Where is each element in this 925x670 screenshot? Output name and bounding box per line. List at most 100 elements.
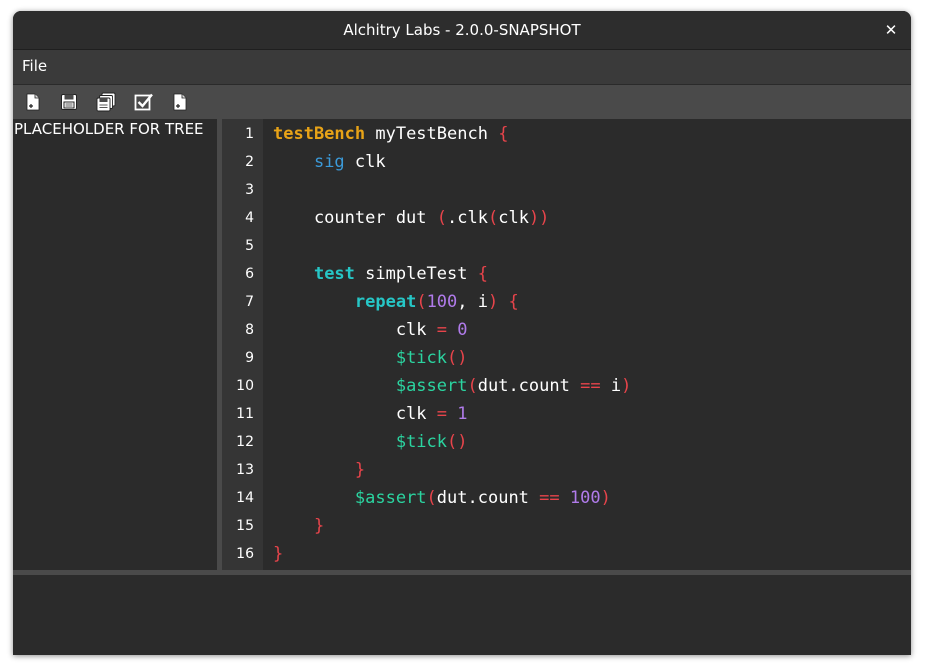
new-file-icon [26,93,40,111]
code-token: ( [487,208,499,228]
code-token: { [477,264,488,284]
line-number: 6 [245,266,254,282]
code-token: ( [436,208,448,228]
code-text-area[interactable]: testBench myTestBench { sig clk counter … [273,119,903,570]
code-token: ) [600,488,611,508]
new-file-button[interactable] [21,90,45,114]
code-token: 100 [569,488,601,508]
code-line: $tick() [273,428,468,456]
code-line: $assert(dut.count == 100) [273,484,611,512]
code-token: sig [313,152,345,172]
code-token: clk [273,404,437,424]
line-number: 9 [245,350,254,366]
line-number: 11 [236,406,254,422]
code-token: { [508,292,519,312]
new-test-file-button[interactable] [168,90,192,114]
project-tree-panel[interactable]: PLACEHOLDER FOR TREE [13,119,217,570]
save-icon [61,94,77,110]
code-line: clk = 0 [273,316,468,344]
code-token: counter dut [273,208,437,228]
code-token: = [436,320,448,340]
tree-placeholder-text: PLACEHOLDER FOR TREE [14,120,204,138]
code-token: () [447,432,468,452]
title-bar[interactable]: Alchitry Labs - 2.0.0-SNAPSHOT ✕ [13,11,911,50]
code-token: } [313,516,325,536]
code-token: ) [488,292,499,312]
code-token: myTestBench [365,124,499,144]
code-token: , i [457,292,488,312]
code-token: ( [416,292,427,312]
code-token: ( [426,488,437,508]
code-token: clk [273,320,437,340]
code-token: test [313,264,355,284]
code-token: () [447,348,468,368]
line-number: 15 [236,518,254,534]
code-token: $tick [395,432,448,452]
app-window: Alchitry Labs - 2.0.0-SNAPSHOT ✕ File PL… [13,11,911,655]
code-token: 1 [457,404,468,424]
menu-bar: File [13,50,911,85]
line-number-gutter: 1 2 3 4 5 6 7 8 9 10 11 12 13 14 15 16 [222,119,263,570]
line-number: 8 [245,322,254,338]
code-token: dut.count [436,488,540,508]
save-all-button[interactable] [94,90,118,114]
code-token: .clk [447,208,488,228]
code-token: dut.count [477,376,581,396]
code-token: $assert [395,376,468,396]
code-token: clk [498,208,529,228]
code-line: counter dut (.clk(clk)) [273,204,549,232]
code-token: == [539,488,560,508]
code-line: repeat(100, i) { [273,288,519,316]
code-line: $assert(dut.count == i) [273,372,631,400]
code-line: testBench myTestBench { [273,120,508,148]
code-token: } [354,460,366,480]
line-number: 16 [236,546,254,562]
line-number: 5 [245,238,254,254]
code-token: == [580,376,601,396]
check-button[interactable] [132,90,156,114]
console-panel[interactable] [13,575,911,655]
code-token: = [436,404,448,424]
toolbar [13,85,911,119]
code-line: clk = 1 [273,400,468,428]
code-line: test simpleTest { [273,260,488,288]
line-number: 2 [245,154,254,170]
code-token: $assert [354,488,427,508]
save-button[interactable] [57,90,81,114]
code-editor[interactable]: 1 2 3 4 5 6 7 8 9 10 11 12 13 14 15 16 testBench myTest… [222,119,911,570]
code-token: { [498,124,509,144]
check-icon [134,93,153,111]
line-number: 13 [236,462,254,478]
line-number: 4 [245,210,254,226]
code-token: ) [621,376,632,396]
window-title: Alchitry Labs - 2.0.0-SNAPSHOT [343,21,581,39]
code-line: } [273,512,324,540]
line-number: 10 [236,378,254,394]
menu-file[interactable]: File [22,57,47,75]
code-token: ( [467,376,478,396]
code-line: } [273,456,365,484]
code-line: sig clk [273,148,386,176]
line-number: 14 [236,490,254,506]
close-button[interactable]: ✕ [879,18,903,42]
new-test-file-icon [173,93,187,111]
code-token: repeat [354,292,417,312]
code-token: )) [528,208,550,228]
code-token: simpleTest [354,264,478,284]
code-token: 100 [426,292,458,312]
code-line: $tick() [273,344,468,372]
code-token: $tick [395,348,448,368]
